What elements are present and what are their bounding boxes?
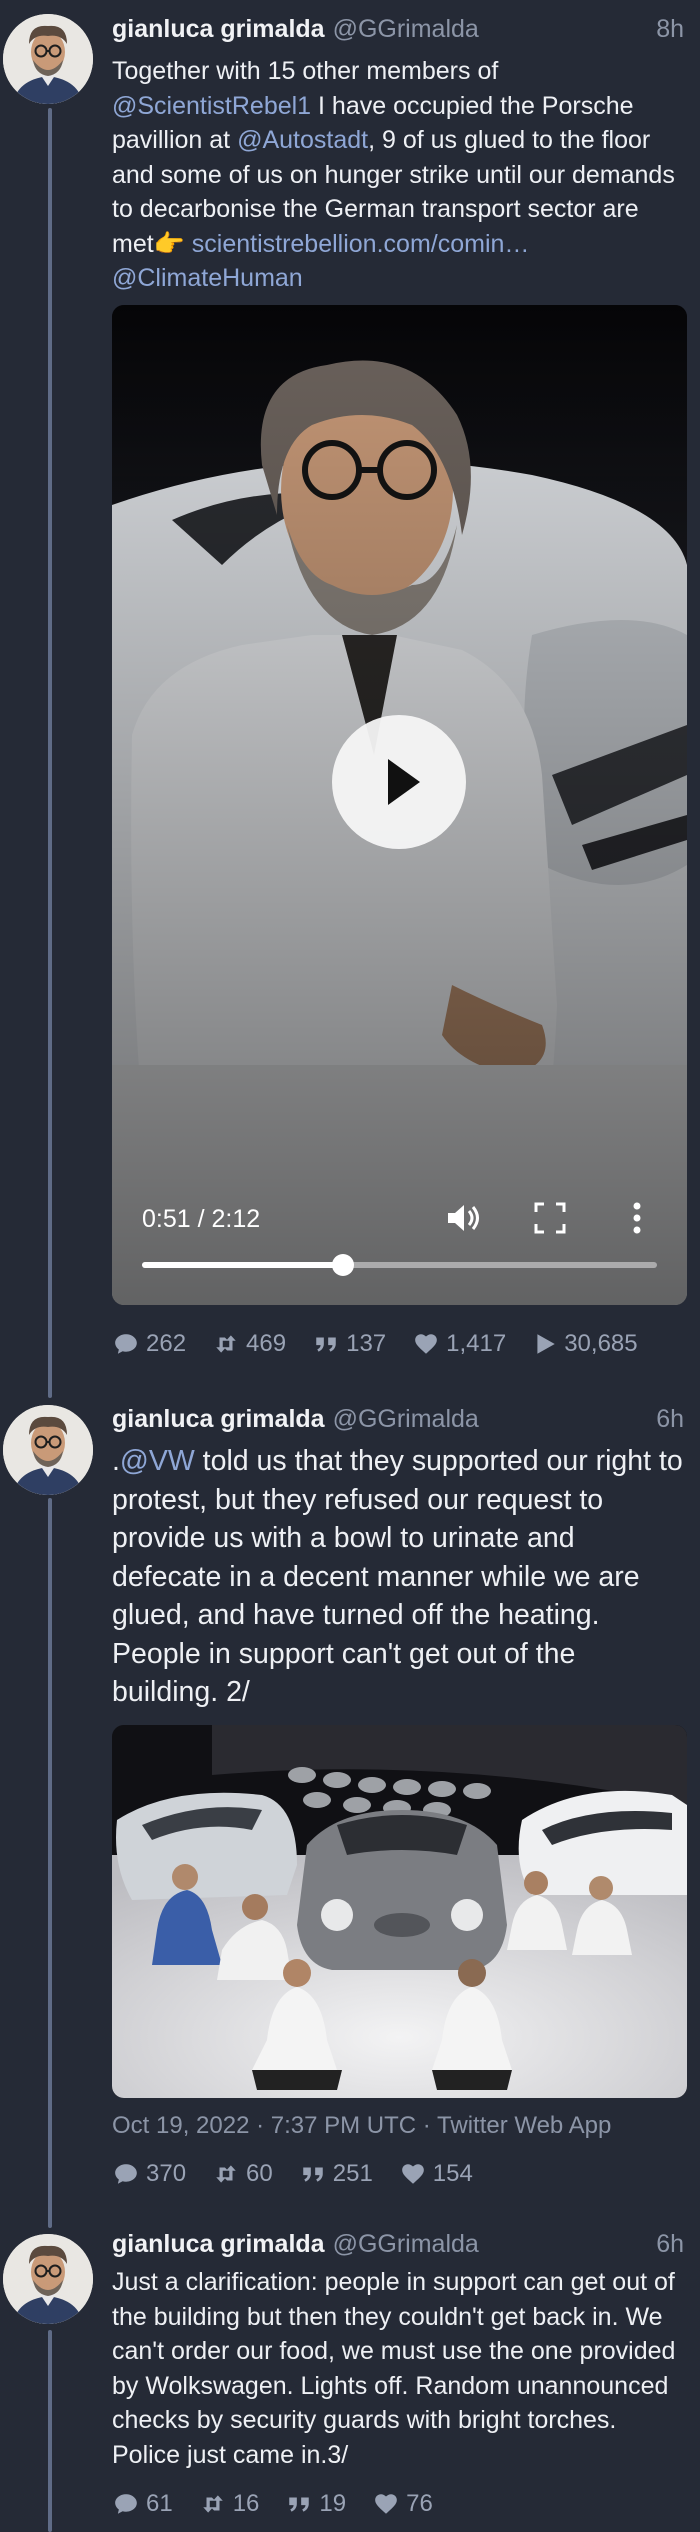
text-segment: told us that they supported our right to…: [112, 1445, 683, 1708]
progress-knob[interactable]: [331, 1254, 354, 1276]
heart-icon: [372, 2491, 400, 2517]
play-views-icon: [532, 1331, 558, 1357]
pointing-hand-emoji: 👉: [153, 229, 185, 258]
tweet-time[interactable]: 6h: [656, 2230, 684, 2259]
reply-button[interactable]: 61: [112, 2490, 173, 2518]
quote-button[interactable]: 251: [299, 2160, 373, 2188]
tweet-actions: 262 469 137 1,417 30,685: [112, 1330, 638, 1358]
author-handle[interactable]: @GGrimalda: [333, 1405, 479, 1433]
video-progress-bar[interactable]: [142, 1254, 657, 1276]
retweet-button[interactable]: 16: [199, 2490, 260, 2518]
play-button[interactable]: [332, 715, 466, 849]
retweet-count: 469: [246, 1330, 287, 1357]
tweet-actions: 61 16 19 76: [112, 2490, 433, 2518]
retweet-button[interactable]: 60: [212, 2160, 273, 2188]
avatar-image: [3, 2234, 93, 2324]
protest-photo: [112, 1725, 687, 2098]
video-player[interactable]: 0:51 / 2:12: [112, 305, 687, 1305]
reply-icon: [112, 2161, 140, 2187]
quote-count: 19: [319, 2490, 347, 2517]
quote-icon: [299, 2161, 327, 2187]
tweet-actions: 370 60 251 154: [112, 2160, 473, 2188]
quote-icon: [312, 1331, 340, 1357]
mention-autostadt[interactable]: @Autostadt: [237, 126, 368, 154]
tweet-time[interactable]: 6h: [656, 1405, 684, 1434]
quote-button[interactable]: 19: [285, 2490, 346, 2518]
avatar[interactable]: [3, 14, 93, 104]
heart-icon: [399, 2161, 427, 2187]
views-button[interactable]: 30,685: [532, 1330, 638, 1358]
view-count: 30,685: [564, 1330, 638, 1357]
quote-count: 137: [346, 1330, 387, 1357]
retweet-icon: [199, 2491, 227, 2517]
author-name[interactable]: gianluca grimalda: [112, 15, 325, 43]
text-segment: .: [112, 1445, 120, 1477]
text-segment: Together with 15 other members of: [112, 57, 499, 85]
like-button[interactable]: 154: [399, 2160, 473, 2188]
reply-button[interactable]: 370: [112, 2160, 186, 2188]
like-button[interactable]: 1,417: [412, 1330, 506, 1358]
quote-button[interactable]: 137: [312, 1330, 386, 1358]
video-timestamp: 0:51 / 2:12: [142, 1205, 261, 1233]
retweet-count: 16: [232, 2490, 260, 2517]
photo-attachment[interactable]: [112, 1725, 687, 2098]
author-handle[interactable]: @GGrimalda: [333, 15, 479, 43]
thread-line: [48, 2330, 52, 2532]
like-count: 76: [406, 2490, 433, 2517]
retweet-icon: [212, 1331, 240, 1357]
like-count: 1,417: [446, 1330, 507, 1357]
reply-count: 61: [146, 2490, 173, 2517]
tweet-metadata[interactable]: Oct 19, 2022 · 7:37 PM UTC · Twitter Web…: [112, 2112, 611, 2140]
thread-line: [48, 1498, 52, 2228]
progress-fill: [142, 1262, 343, 1268]
avatar-image: [3, 14, 93, 104]
quote-icon: [285, 2491, 313, 2517]
tweet-time[interactable]: 8h: [656, 15, 684, 44]
tweet-header: gianluca grimalda @GGrimalda 6h: [112, 1405, 686, 1439]
retweet-button[interactable]: 469: [212, 1330, 286, 1358]
avatar[interactable]: [3, 1405, 93, 1495]
tweet-header: gianluca grimalda @GGrimalda 8h: [112, 15, 686, 49]
more-options-icon[interactable]: [627, 1198, 647, 1238]
reply-button[interactable]: 262: [112, 1330, 186, 1358]
avatar[interactable]: [3, 2234, 93, 2324]
volume-icon[interactable]: [442, 1198, 482, 1238]
retweet-count: 60: [246, 2160, 273, 2187]
author-name[interactable]: gianluca grimalda: [112, 2230, 325, 2258]
like-count: 154: [432, 2160, 473, 2187]
author-name[interactable]: gianluca grimalda: [112, 1405, 325, 1433]
reply-icon: [112, 2491, 140, 2517]
reply-count: 262: [146, 1330, 187, 1357]
reply-count: 370: [146, 2160, 187, 2187]
mention-vw[interactable]: @VW: [120, 1445, 195, 1477]
tweet-text: Just a clarification: people in support …: [112, 2268, 676, 2469]
tweet-header: gianluca grimalda @GGrimalda 6h: [112, 2230, 686, 2264]
like-button[interactable]: 76: [372, 2490, 433, 2518]
quote-count: 251: [332, 2160, 373, 2187]
fullscreen-icon[interactable]: [532, 1200, 568, 1236]
tweet-1[interactable]: gianluca grimalda @GGrimalda 8h Together …: [0, 0, 700, 1398]
avatar-image: [3, 1405, 93, 1495]
external-link[interactable]: scientistrebellion.com/comin…: [185, 230, 530, 258]
tweet-text: .@VW told us that they supported our rig…: [112, 1442, 687, 1712]
tweet-text: Together with 15 other members of @Scien…: [112, 54, 687, 296]
author-handle[interactable]: @GGrimalda: [333, 2230, 479, 2258]
reply-icon: [112, 1331, 140, 1357]
retweet-icon: [212, 2161, 240, 2187]
mention-scientistrebel[interactable]: @ScientistRebel1: [112, 92, 311, 120]
mention-climatehuman[interactable]: @ClimateHuman: [112, 264, 303, 292]
heart-icon: [412, 1331, 440, 1357]
tweet-3[interactable]: gianluca grimalda @GGrimalda 6h Just a cl…: [0, 2220, 700, 2532]
thread-line: [48, 108, 52, 1398]
